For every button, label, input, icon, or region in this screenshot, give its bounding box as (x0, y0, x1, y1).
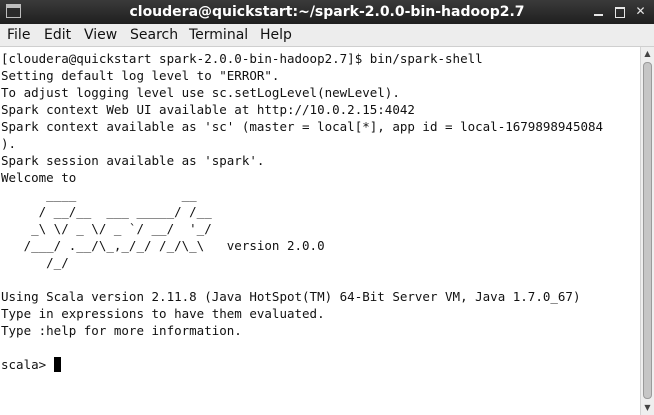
prompt-row[interactable]: scala> (1, 356, 640, 373)
text-cursor (53, 357, 61, 372)
terminal-output[interactable]: [cloudera@quickstart spark-2.0.0-bin-had… (0, 47, 640, 415)
menu-edit[interactable]: Edit (44, 24, 71, 47)
minimize-button[interactable] (590, 3, 607, 20)
scroll-down-icon[interactable]: ▼ (641, 401, 654, 415)
menu-terminal[interactable]: Terminal (189, 24, 248, 47)
maximize-icon (615, 7, 625, 18)
terminal-line: Using Scala version 2.11.8 (Java HotSpot… (1, 289, 581, 304)
spark-logo-line: /___/ .__/\_,_/_/ /_/\_\ version 2.0.0 (1, 238, 325, 253)
menu-search[interactable]: Search (130, 24, 178, 47)
close-button[interactable]: ✕ (632, 3, 649, 20)
spark-logo-line: /_/ (1, 255, 69, 270)
terminal-line: Setting default log level to "ERROR". (1, 68, 280, 83)
window-title: cloudera@quickstart:~/spark-2.0.0-bin-ha… (129, 4, 525, 20)
terminal-line: Spark context Web UI available at http:/… (1, 102, 415, 117)
spark-logo-line: _\ \/ _ \/ _ `/ __/ '_/ (1, 221, 212, 236)
minimize-icon (594, 14, 603, 16)
scroll-thumb[interactable] (643, 62, 652, 399)
terminal-line: Type :help for more information. (1, 323, 242, 338)
terminal-line: Welcome to (1, 170, 77, 185)
spark-logo-line: / __/__ ___ _____/ /__ (1, 204, 212, 219)
terminal-line: [cloudera@quickstart spark-2.0.0-bin-had… (1, 51, 483, 66)
vertical-scrollbar[interactable]: ▲ ▼ (640, 47, 654, 415)
terminal-line: To adjust logging level use sc.setLogLev… (1, 85, 400, 100)
terminal-line: ). (1, 136, 17, 151)
menu-view[interactable]: View (84, 24, 117, 47)
title-bar[interactable]: cloudera@quickstart:~/spark-2.0.0-bin-ha… (0, 0, 654, 24)
menu-bar: File Edit View Search Terminal Help (0, 24, 654, 47)
terminal-window: cloudera@quickstart:~/spark-2.0.0-bin-ha… (0, 0, 654, 415)
maximize-button[interactable] (611, 3, 628, 20)
terminal-line: Spark context available as 'sc' (master … (1, 119, 604, 134)
spark-logo-line: ____ __ (1, 187, 197, 202)
menu-file[interactable]: File (7, 24, 30, 47)
scala-prompt: scala> (1, 357, 54, 372)
terminal-line: Type in expressions to have them evaluat… (1, 306, 325, 321)
close-icon: ✕ (635, 4, 646, 18)
terminal-line: Spark session available as 'spark'. (1, 153, 265, 168)
scroll-up-icon[interactable]: ▲ (641, 47, 654, 61)
menu-help[interactable]: Help (260, 24, 292, 47)
terminal-text: [cloudera@quickstart spark-2.0.0-bin-had… (0, 47, 640, 373)
